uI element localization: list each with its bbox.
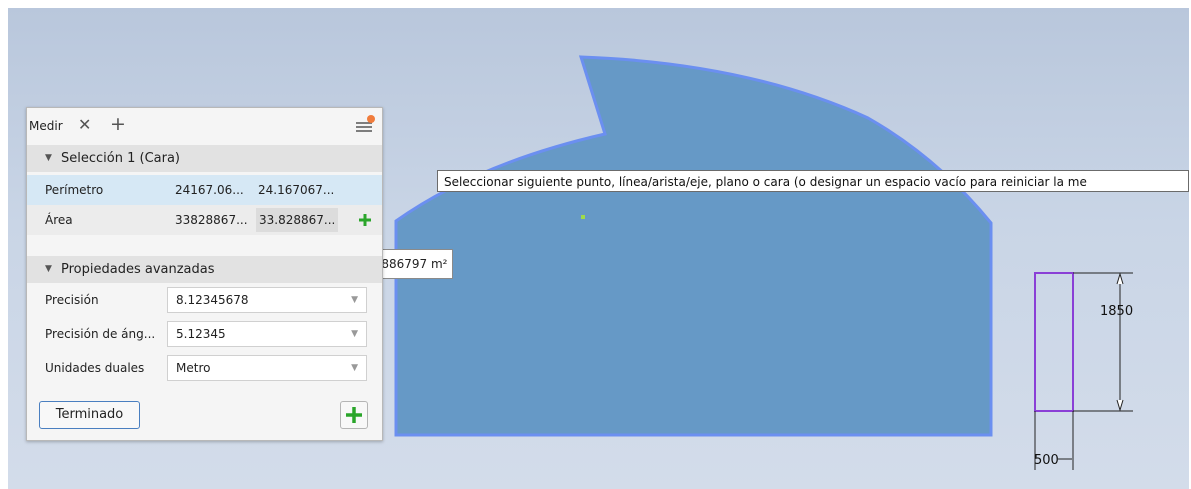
dual-units-row: Unidades duales Metro ▼ [27,353,382,383]
angle-precision-row: Precisión de áng... 5.12345 ▼ [27,319,382,349]
plus-icon[interactable]: + [110,113,126,135]
close-icon[interactable]: ✕ [78,115,91,134]
dual-units-dropdown[interactable]: Metro ▼ [167,355,367,381]
precision-row: Precisión 8.12345678 ▼ [27,285,382,315]
selection-header[interactable]: ▼ Selección 1 (Cara) [27,145,382,172]
tab-measure[interactable]: Medir [29,119,63,133]
selected-face[interactable] [394,55,993,437]
caret-down-icon: ▼ [45,264,52,274]
advanced-properties-header[interactable]: ▼ Propiedades avanzadas [27,256,382,283]
precision-dropdown[interactable]: 8.12345678 ▼ [167,287,367,313]
measure-panel: Medir ✕ + ▼ Selección 1 (Cara) Perímetro… [26,107,383,441]
profile-rectangle[interactable] [1034,272,1074,412]
selection-tooltip: Seleccionar siguiente punto, línea/arist… [437,170,1189,192]
add-icon [346,407,362,423]
cursor-point [581,215,585,219]
table-row[interactable]: Área 33828867... 33.828867... [27,205,382,235]
notification-dot-icon [367,115,375,123]
done-button[interactable]: Terminado [39,401,140,429]
caret-down-icon: ▼ [45,153,52,163]
chevron-down-icon: ▼ [351,363,358,373]
height-dimension-text[interactable]: 1850 [1100,304,1133,319]
menu-icon[interactable] [354,114,376,136]
panel-tab-bar: Medir ✕ + [27,108,382,144]
add-measure-button[interactable] [340,401,368,429]
width-dimension-text[interactable]: 500 [1034,453,1059,468]
chevron-down-icon: ▼ [351,329,358,339]
table-row[interactable]: Perímetro 24167.06... 24.167067... [27,175,382,205]
chevron-down-icon: ▼ [351,295,358,305]
angle-precision-dropdown[interactable]: 5.12345 ▼ [167,321,367,347]
add-icon[interactable] [358,213,372,227]
height-dimension[interactable] [1073,272,1133,412]
area-value[interactable]: 33.828867... [256,208,339,232]
